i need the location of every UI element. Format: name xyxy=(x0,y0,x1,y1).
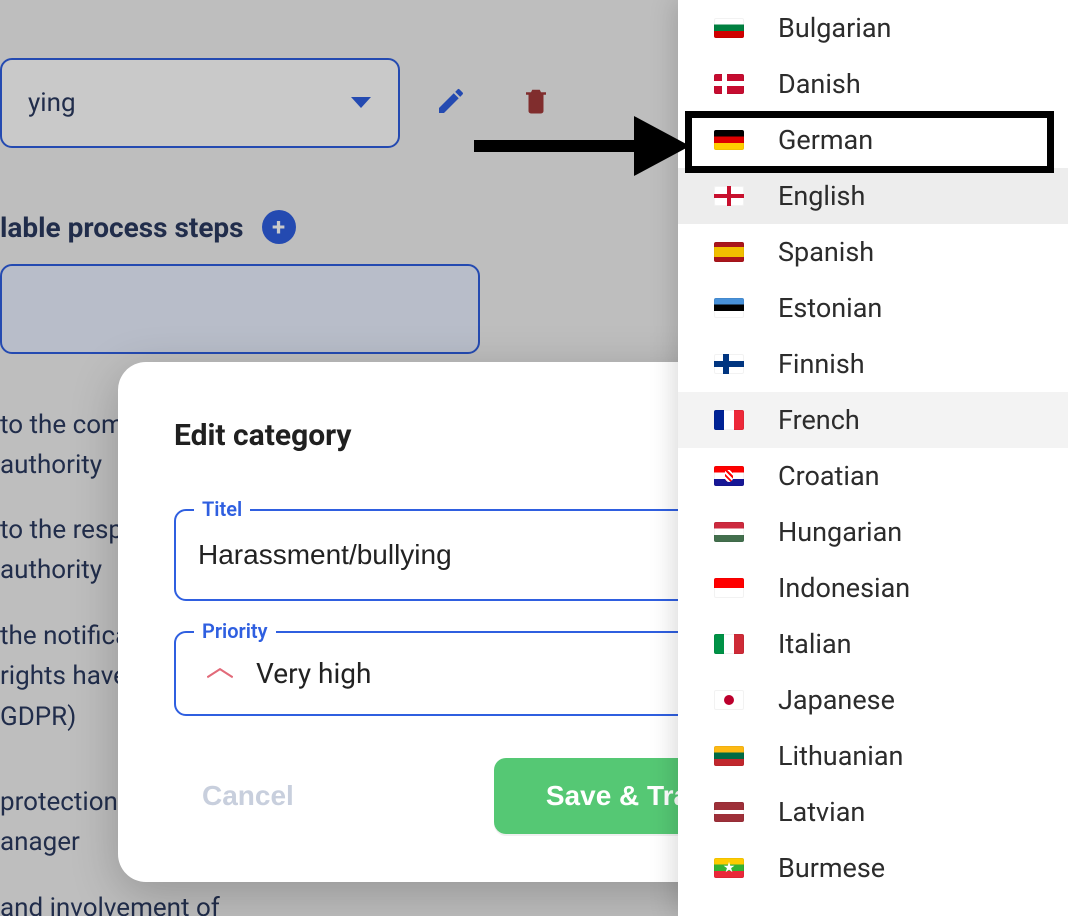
language-option-danish[interactable]: Danish xyxy=(678,56,1068,112)
flag-icon-lithuanian xyxy=(714,746,744,766)
language-option-japanese[interactable]: Japanese xyxy=(678,672,1068,728)
flag-icon-burmese xyxy=(714,858,744,878)
language-option-finnish[interactable]: Finnish xyxy=(678,336,1068,392)
flag-icon-japanese xyxy=(714,690,744,710)
language-option-estonian[interactable]: Estonian xyxy=(678,280,1068,336)
language-option-bulgarian[interactable]: Bulgarian xyxy=(678,0,1068,56)
annotation-arrow-icon xyxy=(474,108,690,184)
flag-icon-danish xyxy=(714,74,744,94)
flag-icon-italian xyxy=(714,634,744,654)
flag-icon-estonian xyxy=(714,298,744,318)
language-label: Lithuanian xyxy=(778,740,903,772)
language-label: Italian xyxy=(778,628,852,660)
priority-field-legend: Priority xyxy=(194,619,276,643)
language-option-german[interactable]: German xyxy=(678,112,1068,168)
flag-icon-french xyxy=(714,410,744,430)
title-field-legend: Titel xyxy=(194,497,250,521)
flag-icon-latvian xyxy=(714,802,744,822)
flag-icon-croatian xyxy=(714,466,744,486)
flag-icon-bulgarian xyxy=(714,18,744,38)
language-label: Estonian xyxy=(778,292,882,324)
language-option-spanish[interactable]: Spanish xyxy=(678,224,1068,280)
cancel-button[interactable]: Cancel xyxy=(174,768,322,824)
language-label: Danish xyxy=(778,68,861,100)
language-label: Croatian xyxy=(778,460,880,492)
language-option-indonesian[interactable]: Indonesian xyxy=(678,560,1068,616)
language-label: German xyxy=(778,124,873,156)
flag-icon-spanish xyxy=(714,242,744,262)
language-label: Bulgarian xyxy=(778,12,891,44)
language-label: French xyxy=(778,404,860,436)
language-label: Spanish xyxy=(778,236,874,268)
priority-value: Very high xyxy=(256,657,371,690)
language-label: Hungarian xyxy=(778,516,902,548)
language-dropdown: Bulgarian Danish German English Spanish Eston… xyxy=(678,0,1068,916)
language-option-french[interactable]: French xyxy=(678,392,1068,448)
language-label: Finnish xyxy=(778,348,865,380)
flag-icon-german xyxy=(714,130,744,150)
language-option-burmese[interactable]: Burmese xyxy=(678,840,1068,896)
flag-icon-english xyxy=(714,186,744,206)
language-label: Japanese xyxy=(778,684,895,716)
language-label: Indonesian xyxy=(778,572,910,604)
flag-icon-finnish xyxy=(714,354,744,374)
language-label: English xyxy=(778,180,865,212)
language-option-latvian[interactable]: Latvian xyxy=(678,784,1068,840)
language-option-italian[interactable]: Italian xyxy=(678,616,1068,672)
language-label: Burmese xyxy=(778,852,885,884)
language-option-croatian[interactable]: Croatian xyxy=(678,448,1068,504)
language-option-lithuanian[interactable]: Lithuanian xyxy=(678,728,1068,784)
language-label: Latvian xyxy=(778,796,865,828)
flag-icon-hungarian xyxy=(714,522,744,542)
language-option-hungarian[interactable]: Hungarian xyxy=(678,504,1068,560)
flag-icon-indonesian xyxy=(714,578,744,598)
language-option-english[interactable]: English xyxy=(678,168,1068,224)
